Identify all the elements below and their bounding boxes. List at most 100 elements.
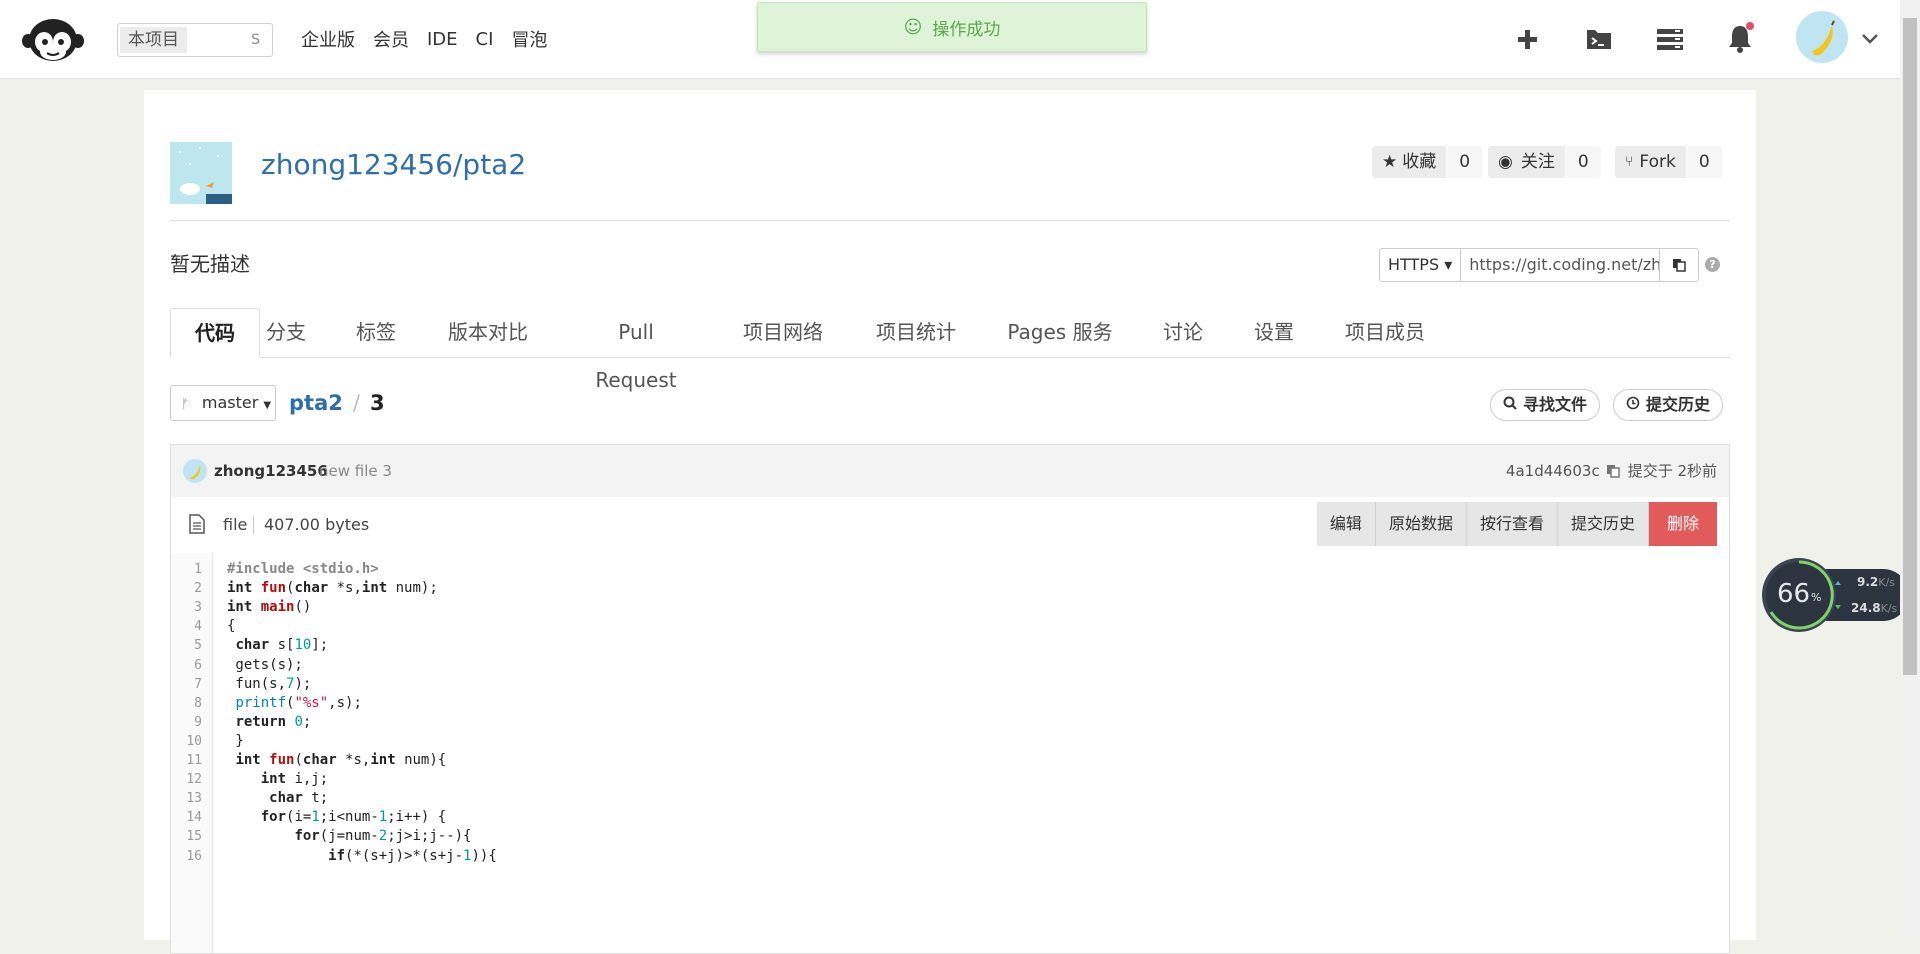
tab-settings[interactable]: 设置 bbox=[1251, 308, 1297, 356]
coding-logo-icon[interactable] bbox=[22, 16, 84, 62]
line-number[interactable]: 7 bbox=[171, 675, 202, 694]
breadcrumb-separator: / bbox=[352, 391, 360, 415]
tab-code[interactable]: 代码 bbox=[170, 308, 260, 358]
search-shortcut-hint: S bbox=[251, 32, 260, 48]
raw-button[interactable]: 原始数据 bbox=[1375, 502, 1467, 546]
code-line: return 0; bbox=[235, 713, 312, 730]
tab-compare[interactable]: 版本对比 bbox=[443, 308, 533, 356]
find-file-button[interactable]: 寻找文件 bbox=[1490, 389, 1601, 421]
breadcrumb-repo[interactable]: pta2 bbox=[289, 391, 343, 415]
scrollbar-thumb[interactable] bbox=[1903, 18, 1917, 675]
upload-speed: 9.2K/s bbox=[1857, 575, 1895, 589]
network-speed-widget: 66 % 9.2K/s 24.8K/s bbox=[1761, 557, 1911, 633]
edit-button[interactable]: 编辑 bbox=[1316, 502, 1376, 546]
star-label: 收藏 bbox=[1402, 152, 1437, 172]
tab-branches[interactable]: 分支 bbox=[263, 308, 309, 356]
bell-icon[interactable] bbox=[1726, 16, 1756, 62]
file-actions: 编辑 原始数据 按行查看 提交历史 删除 bbox=[1316, 502, 1717, 546]
tab-tags[interactable]: 标签 bbox=[353, 308, 399, 356]
top-nav: 企业版 会员 IDE CI 冒泡 bbox=[301, 0, 565, 78]
project-tabs: 代码 分支 标签 版本对比 Pull Request 项目网络 项目统计 Pag… bbox=[170, 308, 1730, 392]
caret-down-icon: ▼ bbox=[263, 400, 272, 411]
code-line: char t; bbox=[269, 790, 329, 807]
line-number[interactable]: 10 bbox=[171, 732, 202, 751]
tab-members[interactable]: 项目成员 bbox=[1340, 308, 1430, 356]
code-line: for(j=num-2;j>i;j--){ bbox=[294, 828, 472, 845]
fork-count: 0 bbox=[1685, 146, 1722, 178]
project-card: zhong123456/pta2 ★ 收藏 0 ◉ 关注 0 ⑂ Fork 0 暂无描… bbox=[144, 90, 1756, 954]
line-number[interactable]: 8 bbox=[171, 694, 202, 713]
code-line: int fun(char *s,int num); bbox=[227, 580, 438, 597]
file-size: 407.00 bytes bbox=[264, 515, 370, 534]
plus-icon[interactable] bbox=[1513, 16, 1543, 62]
speed-percent: 66 bbox=[1777, 579, 1811, 609]
terminal-folder-icon[interactable] bbox=[1584, 16, 1614, 62]
code-line: { bbox=[227, 618, 236, 635]
search-scope-label: 本项目 bbox=[120, 27, 187, 53]
line-number[interactable]: 6 bbox=[171, 656, 202, 675]
download-speed: 24.8K/s bbox=[1851, 601, 1897, 615]
line-number[interactable]: 4 bbox=[171, 617, 202, 636]
fork-button[interactable]: ⑂ Fork 0 bbox=[1615, 146, 1722, 178]
branch-select[interactable]: ᚠ master ▼ bbox=[170, 385, 276, 421]
watch-button[interactable]: ◉ 关注 0 bbox=[1488, 146, 1601, 178]
tab-pull-request[interactable]: Pull Request bbox=[578, 308, 694, 392]
help-icon[interactable]: ? bbox=[1705, 257, 1720, 272]
toast-message: 操作成功 bbox=[932, 19, 1001, 40]
tab-pages[interactable]: Pages 服务 bbox=[1005, 308, 1115, 356]
upload-speed-value: 9.2 bbox=[1857, 575, 1879, 589]
commit-author-avatar[interactable] bbox=[183, 459, 207, 483]
line-number[interactable]: 3 bbox=[171, 598, 202, 617]
commit-author[interactable]: zhong123456 bbox=[214, 445, 328, 497]
line-number[interactable]: 9 bbox=[171, 713, 202, 732]
nav-ide[interactable]: IDE bbox=[427, 29, 458, 50]
project-avatar bbox=[170, 142, 232, 204]
delete-button[interactable]: 删除 bbox=[1648, 502, 1717, 546]
line-number[interactable]: 13 bbox=[171, 789, 202, 808]
clone-url-box: HTTPS ▾ https://git.coding.net/zhong1234… bbox=[1379, 248, 1700, 282]
line-number[interactable]: 15 bbox=[171, 827, 202, 846]
nav-enterprise[interactable]: 企业版 bbox=[301, 26, 355, 52]
line-number[interactable]: 11 bbox=[171, 751, 202, 770]
tab-stats[interactable]: 项目统计 bbox=[871, 308, 961, 356]
star-button[interactable]: ★ 收藏 0 bbox=[1372, 146, 1483, 178]
line-number[interactable]: 1 bbox=[171, 560, 202, 579]
search-input[interactable]: 本项目 S bbox=[117, 23, 273, 57]
branch-icon: ᚠ bbox=[181, 397, 189, 412]
blame-button[interactable]: 按行查看 bbox=[1466, 502, 1558, 546]
line-number[interactable]: 5 bbox=[171, 636, 202, 655]
code-line: gets(s); bbox=[227, 656, 303, 673]
project-description: 暂无描述 bbox=[170, 252, 250, 276]
tab-discussion[interactable]: 讨论 bbox=[1160, 308, 1206, 356]
divider bbox=[253, 516, 254, 534]
nav-member[interactable]: 会员 bbox=[373, 26, 409, 52]
line-number[interactable]: 16 bbox=[171, 847, 202, 866]
server-stack-icon[interactable] bbox=[1655, 16, 1685, 62]
commit-hash[interactable]: 4a1d44603c bbox=[1506, 445, 1600, 497]
code-line: fun(s,7); bbox=[227, 675, 312, 692]
nav-bubble[interactable]: 冒泡 bbox=[511, 26, 547, 52]
line-number-gutter: 1 2 3 4 5 6 7 8 9 10 11 12 13 14 15 16 bbox=[171, 553, 213, 953]
user-avatar[interactable] bbox=[1796, 11, 1848, 63]
nav-ci[interactable]: CI bbox=[476, 29, 494, 50]
clone-protocol-select[interactable]: HTTPS ▾ bbox=[1380, 249, 1462, 281]
clone-url-input[interactable]: https://git.coding.net/zhong123456/pta2.… bbox=[1461, 249, 1659, 281]
find-file-label: 寻找文件 bbox=[1523, 395, 1588, 414]
project-title[interactable]: zhong123456/pta2 bbox=[261, 145, 526, 185]
star-icon: ★ bbox=[1382, 152, 1398, 172]
tab-network[interactable]: 项目网络 bbox=[738, 308, 828, 356]
copy-hash-icon[interactable] bbox=[1606, 464, 1620, 478]
file-history-button[interactable]: 提交历史 bbox=[1557, 502, 1649, 546]
commit-history-button[interactable]: 提交历史 bbox=[1613, 389, 1724, 421]
line-number[interactable]: 12 bbox=[171, 770, 202, 789]
code-line: int i,j; bbox=[260, 771, 329, 788]
line-number[interactable]: 2 bbox=[171, 579, 202, 598]
line-number[interactable]: 14 bbox=[171, 808, 202, 827]
speed-percent-unit: % bbox=[1811, 591, 1822, 604]
upload-speed-unit: K/s bbox=[1878, 576, 1895, 589]
commit-message[interactable]: new file 3 bbox=[319, 445, 392, 497]
chevron-down-icon[interactable] bbox=[1860, 16, 1880, 62]
copy-icon[interactable] bbox=[1659, 249, 1698, 281]
clock-icon bbox=[1626, 390, 1640, 420]
branch-name: master bbox=[201, 393, 259, 412]
